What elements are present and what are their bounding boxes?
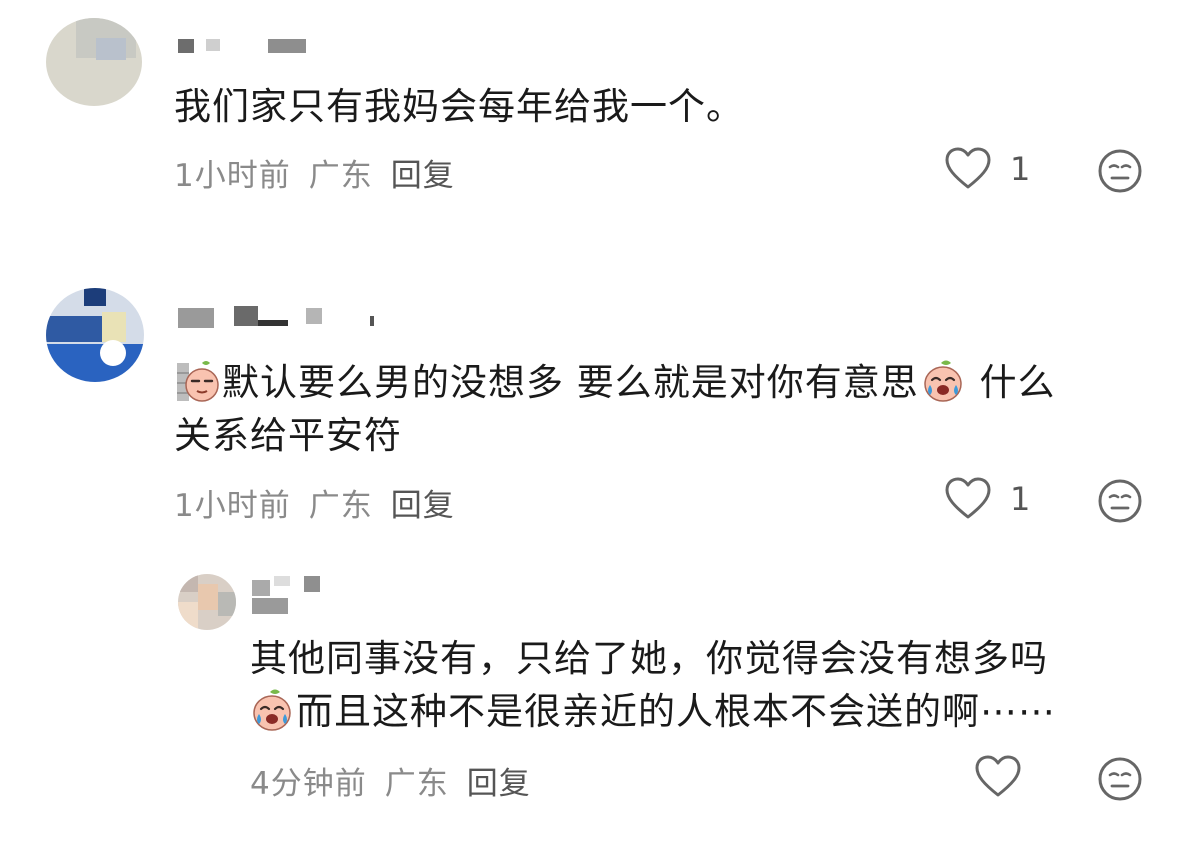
avatar-mosaic [46,316,102,342]
dislike-button[interactable] [1097,756,1143,802]
neutral-face-icon [1098,479,1142,523]
comment-text: 我们家只有我妈会每年给我一个。 [174,85,744,128]
heart-outline-icon [975,755,1021,797]
avatar-mosaic [46,344,144,382]
neutral-face-icon [1098,757,1142,801]
peach-crying-emoji [924,360,962,402]
avatar[interactable] [46,18,142,106]
comment-text: 其他同事没有，只给了她，你觉得会没有想多吗 而且这种不是很亲近的人根本不会送的啊… [250,637,1056,733]
heart-outline-icon [945,147,991,189]
like-button[interactable]: 1 [944,146,1074,196]
avatar-mosaic [96,38,126,60]
avatar-mosaic [218,592,236,616]
timestamp: 1小时前 [174,488,291,524]
dislike-button[interactable] [1097,148,1143,194]
location: 广东 [384,766,449,802]
location: 广东 [308,158,373,194]
timestamp: 4分钟前 [250,766,367,802]
avatar[interactable] [46,288,144,382]
timestamp: 1小时前 [174,158,291,194]
comment-text: 默认要么男的没想多 要么就是对你有意思 什么 关系给平安符 [174,360,1056,457]
avatar-mosaic [84,288,106,306]
peach-crying-emoji [253,689,291,731]
reply-button[interactable]: 回复 [391,480,455,525]
avatar-mosaic [178,574,198,592]
location: 广东 [308,488,373,524]
like-count: 1 [1010,150,1031,188]
reply-button[interactable]: 回复 [467,758,531,803]
like-button[interactable] [974,754,1104,804]
avatar-mosaic [178,602,198,630]
comment-meta: 1小时前 广东 回复 [174,150,473,195]
heart-outline-icon [945,477,991,519]
username-masked[interactable] [178,37,308,63]
like-button[interactable]: 1 [944,476,1074,526]
reply-button[interactable]: 回复 [391,150,455,195]
avatar-mosaic [198,584,218,610]
dislike-button[interactable] [1097,478,1143,524]
comment-meta: 4分钟前 广东 回复 [250,758,549,803]
neutral-face-icon [1098,149,1142,193]
like-count: 1 [1010,480,1031,518]
avatar-mosaic [100,340,126,366]
username-masked[interactable] [178,306,378,332]
username-masked[interactable] [252,576,332,614]
comment-meta: 1小时前 广东 回复 [174,480,473,525]
peach-sneaky-emoji [177,361,219,402]
avatar-mosaic [102,312,126,342]
avatar[interactable] [178,574,236,630]
